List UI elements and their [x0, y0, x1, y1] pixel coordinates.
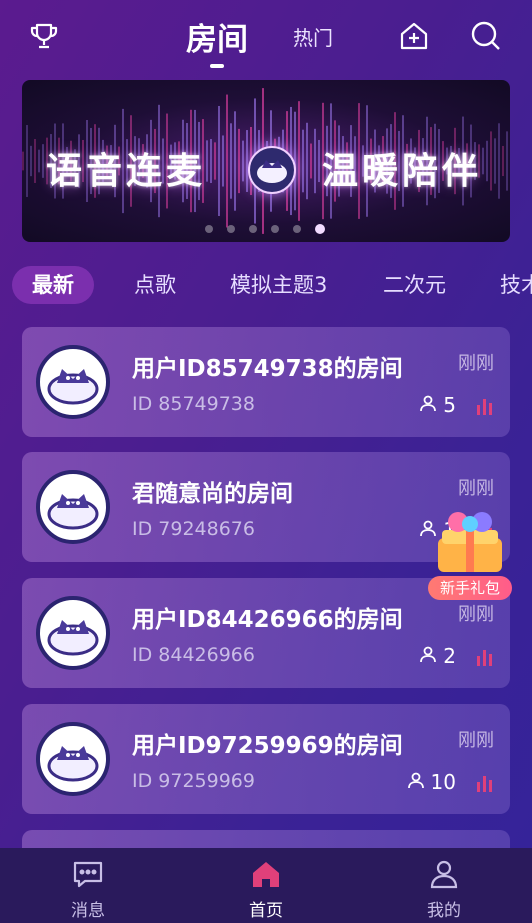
trophy-icon[interactable] [26, 18, 62, 54]
nav-messages-label: 消息 [71, 901, 105, 921]
room-title: 用户ID85749738的房间 [132, 356, 403, 382]
room-count-value: 10 [430, 770, 456, 794]
banner-dot[interactable] [293, 225, 301, 233]
banner-pagination [205, 224, 325, 234]
room-title: 君随意尚的房间 [132, 481, 293, 507]
category-tech[interactable]: 技术 [500, 266, 532, 304]
room-time: 刚刚 [458, 604, 494, 625]
banner-dot[interactable] [315, 224, 325, 234]
gift-box-icon [438, 512, 502, 572]
category-latest[interactable]: 最新 [12, 266, 94, 304]
room-title: 用户ID84426966的房间 [132, 607, 403, 633]
room-member-count: 2 [419, 644, 456, 668]
banner-dot[interactable] [205, 225, 213, 233]
nav-home-label: 首页 [249, 901, 283, 921]
room-avatar [36, 345, 110, 419]
room-avatar [36, 722, 110, 796]
user-icon [419, 644, 437, 668]
banner-dot[interactable] [249, 225, 257, 233]
banner-logo [248, 146, 296, 194]
nav-profile[interactable]: 我的 [384, 848, 504, 923]
room-id: ID 85749738 [132, 393, 255, 415]
nav-messages[interactable]: 消息 [28, 848, 148, 923]
nav-profile-label: 我的 [427, 901, 461, 921]
gift-label: 新手礼包 [428, 576, 512, 600]
banner-dot[interactable] [227, 225, 235, 233]
tab-hot[interactable]: 热门 [293, 22, 333, 51]
room-card[interactable]: 用户ID85749738的房间 ID 85749738 刚刚 5 [22, 327, 510, 437]
room-card[interactable] [22, 830, 510, 848]
live-equalizer-icon [476, 397, 494, 415]
room-id: ID 97259969 [132, 770, 255, 792]
profile-icon [426, 856, 462, 892]
top-bar: 房间 热门 [0, 0, 532, 75]
newbie-gift-button[interactable]: 新手礼包 [428, 508, 512, 600]
home-icon [248, 856, 284, 892]
room-title: 用户ID97259969的房间 [132, 733, 403, 759]
room-member-count: 10 [407, 770, 456, 794]
room-avatar [36, 596, 110, 670]
nav-home[interactable]: 首页 [206, 848, 326, 923]
tab-rooms-indicator [210, 64, 224, 68]
room-count-value: 2 [443, 644, 456, 668]
create-room-icon[interactable] [396, 18, 432, 54]
bottom-nav: 消息 首页 我的 [0, 848, 532, 923]
tab-rooms[interactable]: 房间 [186, 14, 248, 59]
room-member-count: 5 [419, 393, 456, 417]
live-equalizer-icon [476, 648, 494, 666]
room-id: ID 79248676 [132, 518, 255, 540]
room-avatar [36, 470, 110, 544]
category-song-request[interactable]: 点歌 [134, 266, 176, 304]
banner-dot[interactable] [271, 225, 279, 233]
user-icon [419, 393, 437, 417]
room-time: 刚刚 [458, 353, 494, 374]
room-time: 刚刚 [458, 478, 494, 499]
category-tabs: 最新 点歌 模拟主题3 二次元 技术 [0, 266, 532, 306]
search-icon[interactable] [468, 18, 504, 54]
live-equalizer-icon [476, 774, 494, 792]
room-time: 刚刚 [458, 730, 494, 751]
banner-text-right: 温暖陪伴 [322, 151, 483, 192]
banner-text-left: 语音连麦 [46, 151, 207, 192]
room-count-value: 5 [443, 393, 456, 417]
room-card[interactable]: 用户ID97259969的房间 ID 97259969 刚刚 10 [22, 704, 510, 814]
message-icon [70, 856, 106, 892]
category-theme3[interactable]: 模拟主题3 [230, 266, 327, 304]
category-anime[interactable]: 二次元 [383, 266, 446, 304]
user-icon [407, 770, 425, 794]
room-id: ID 84426966 [132, 644, 255, 666]
